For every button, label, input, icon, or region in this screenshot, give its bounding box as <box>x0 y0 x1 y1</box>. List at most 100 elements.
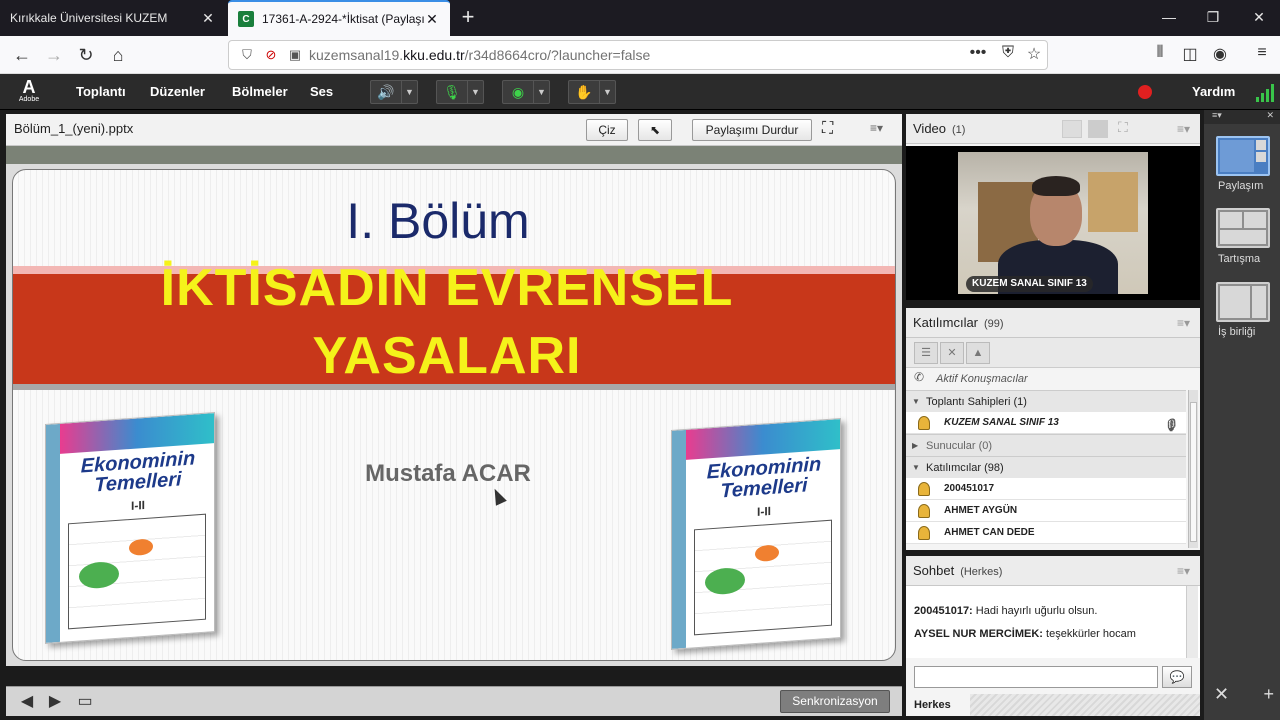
attendee-row[interactable]: KUZEM SANAL SINIF 13 🎙 <box>906 412 1186 434</box>
no-camera-icon[interactable]: ⊘ <box>261 47 281 63</box>
attendee-row[interactable]: AHMET CAN DEDE <box>906 522 1186 544</box>
close-tab-icon[interactable]: ✕ <box>200 10 216 27</box>
slide-title-line1: İKTİSADIN EVRENSEL <box>160 259 734 317</box>
attendees-scrollbar[interactable] <box>1188 390 1198 548</box>
speaker-icon[interactable]: 🔊 <box>371 84 401 101</box>
share-strip <box>6 146 902 164</box>
pod-options-icon[interactable]: ≡▾ <box>1177 316 1190 330</box>
chat-input[interactable] <box>914 666 1158 688</box>
chevron-down-icon[interactable]: ▼ <box>599 81 615 103</box>
sidebar-icon[interactable]: ◫ <box>1178 44 1202 66</box>
webcam-icon[interactable]: ◉ <box>503 84 533 101</box>
minimize-icon[interactable]: — <box>1146 0 1192 36</box>
group-label: Sunucular (0) <box>926 440 993 452</box>
microphone-icon[interactable]: 🎙 <box>437 84 467 101</box>
single-view-icon[interactable] <box>1088 120 1108 138</box>
layout-discussion-thumbnail[interactable] <box>1216 208 1270 248</box>
draw-button[interactable]: Çiz <box>586 119 628 141</box>
send-message-button[interactable]: 💬 <box>1162 666 1192 688</box>
group-presenters[interactable]: ▶ Sunucular (0) <box>906 434 1186 456</box>
address-bar[interactable]: ⛉ ⊘ ▣ kuzemsanal19. kku.edu.tr/r34d8664cr… <box>228 40 1048 70</box>
chevron-down-icon[interactable]: ▼ <box>401 81 417 103</box>
layouts-panel: ≡▾ ✕ Paylaşım Tartışma İş birliği <box>1204 110 1280 720</box>
close-icon[interactable]: ✕ <box>1266 110 1274 121</box>
back-arrow-icon[interactable]: ← <box>8 41 36 69</box>
group-hosts[interactable]: ▼ Toplantı Sahipleri (1) <box>906 390 1186 412</box>
layouts-menu-icon[interactable]: ≡▾ <box>1212 110 1222 120</box>
breakout-icon[interactable]: ✕ <box>940 342 964 364</box>
help-menu[interactable]: Yardım <box>1192 74 1235 110</box>
fullscreen-icon[interactable]: ⛶ <box>1118 119 1128 136</box>
user-icon <box>918 482 930 496</box>
layout-label[interactable]: Paylaşım <box>1218 180 1278 192</box>
webcam-control[interactable]: ◉ ▼ <box>502 80 550 104</box>
menu-toplanti[interactable]: Toplantı <box>76 74 126 110</box>
reload-icon[interactable]: ↻ <box>72 41 100 69</box>
chevron-down-icon[interactable]: ▼ <box>467 81 483 103</box>
browser-tab-iktisat[interactable]: C 17361-A-2924-*İktisat (Paylaşım) ✕ <box>228 0 450 36</box>
attendee-row[interactable]: AHMET AYGÜN <box>906 500 1186 522</box>
webcam-video[interactable]: KUZEM SANAL SINIF 13 <box>958 152 1148 294</box>
raise-hand-control[interactable]: ✋ ▼ <box>568 80 616 104</box>
layout-sharing-thumbnail[interactable] <box>1216 136 1270 176</box>
chevron-down-icon[interactable]: ▼ <box>533 81 549 103</box>
active-speakers-label: Aktif Konuşmacılar <box>936 373 1028 385</box>
menu-ses[interactable]: Ses <box>310 74 333 110</box>
layout-label[interactable]: Tartışma <box>1218 253 1278 265</box>
layout-collaboration-thumbnail[interactable] <box>1216 282 1270 322</box>
chat-messages: 200451017: Hadi hayırlı uğurlu olsun. AY… <box>906 586 1200 658</box>
attendee-status-icon[interactable]: ▲ <box>966 342 990 364</box>
group-participants[interactable]: ▼ Katılımcılar (98) <box>906 456 1186 478</box>
lock-icon[interactable]: ▣ <box>285 47 305 63</box>
browser-tab-bar: Kırıkkale Üniversitesi KUZEM ✕ C 17361-A… <box>0 0 1280 36</box>
attendee-name: AHMET AYGÜN <box>944 505 1018 516</box>
restore-icon[interactable]: ❐ <box>1190 0 1236 36</box>
bookmark-star-icon[interactable]: ☆ <box>1022 44 1046 66</box>
pocket-icon[interactable]: ⛨ <box>996 44 1020 66</box>
attendees-pod-header: Katılımcılar (99) ≡▾ <box>906 308 1200 338</box>
chat-text: teşekkürler hocam <box>1046 628 1136 640</box>
window-close-icon[interactable]: ✕ <box>1236 0 1280 36</box>
home-icon[interactable]: ⌂ <box>104 41 132 69</box>
raise-hand-icon[interactable]: ✋ <box>569 84 599 101</box>
next-slide-icon[interactable]: ▶ <box>44 691 66 713</box>
close-tab-icon[interactable]: ✕ <box>424 11 440 28</box>
browser-tab-kuzem[interactable]: Kırıkkale Üniversitesi KUZEM ✕ <box>0 0 226 36</box>
pod-options-icon[interactable]: ≡▾ <box>1177 564 1190 578</box>
new-tab-plus-icon[interactable]: + <box>456 4 480 32</box>
pod-options-icon[interactable]: ≡▾ <box>870 121 883 135</box>
menu-bolmeler[interactable]: Bölmeler <box>232 74 288 110</box>
add-layout-icon[interactable]: + <box>1263 684 1274 706</box>
fullscreen-icon[interactable]: ⛶ <box>822 120 833 138</box>
connect-menu-bar: A Adobe Toplantı Düzenler Bölmeler Ses 🔊… <box>0 74 1280 110</box>
layout-label[interactable]: İş birliği <box>1218 326 1278 338</box>
stop-sharing-button[interactable]: Paylaşımı Durdur <box>692 119 812 141</box>
previous-slide-icon[interactable]: ◀ <box>16 691 38 713</box>
shield-icon[interactable]: ⛉ <box>237 47 257 63</box>
manage-layouts-icon[interactable]: ✕ <box>1214 684 1229 706</box>
grid-view-icon[interactable] <box>1062 120 1082 138</box>
microphone-control[interactable]: 🎙 ▼ <box>436 80 484 104</box>
forward-arrow-icon[interactable]: → <box>40 41 68 69</box>
speaker-control[interactable]: 🔊 ▼ <box>370 80 418 104</box>
share-pod-title: Bölüm_1_(yeni).pptx <box>14 121 134 136</box>
hamburger-menu-icon[interactable]: ≡ <box>1250 44 1274 66</box>
list-view-icon[interactable]: ☰ <box>914 342 938 364</box>
menu-duzenler[interactable]: Düzenler <box>150 74 205 110</box>
layouts-panel-header: ≡▾ ✕ <box>1204 110 1280 124</box>
attendee-row[interactable]: 200451017 <box>906 478 1186 500</box>
chat-scrollbar[interactable] <box>1186 586 1198 658</box>
chat-target-selector[interactable]: Herkes <box>906 694 970 716</box>
library-icon[interactable]: ⫴ <box>1148 44 1172 66</box>
sync-button[interactable]: Senkronizasyon <box>780 690 890 713</box>
video-pod-title: Video (1) <box>913 121 966 136</box>
pod-options-icon[interactable]: ≡▾ <box>1177 122 1190 136</box>
sidebar-toggle-icon[interactable]: ▭ <box>74 691 96 713</box>
more-actions-icon[interactable]: ••• <box>966 44 990 66</box>
slide-author: Mustafa ACAR <box>365 460 531 487</box>
logo-letter: A <box>22 77 36 97</box>
pointer-button[interactable]: ⬉ <box>638 119 672 141</box>
account-icon[interactable]: ◉ <box>1208 44 1232 66</box>
layout-actions: ✕ + <box>1214 684 1274 706</box>
chat-scope: (Herkes) <box>960 566 1003 578</box>
